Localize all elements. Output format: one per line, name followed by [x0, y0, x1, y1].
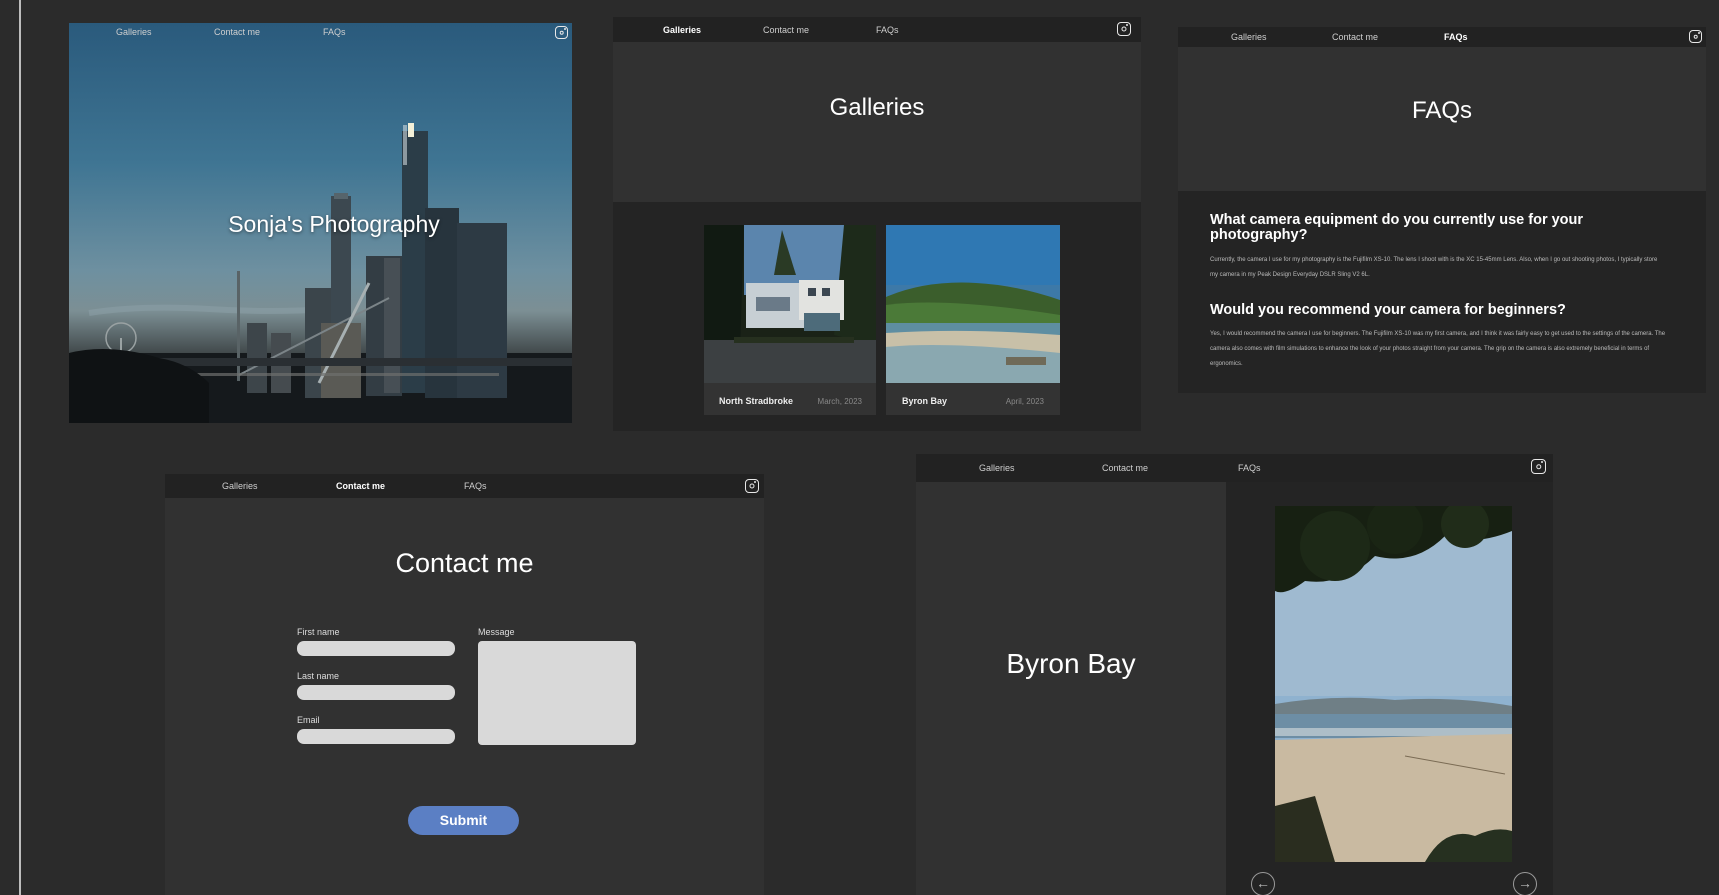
nav-faqs-link[interactable]: FAQs [1238, 463, 1261, 473]
instagram-icon[interactable] [555, 26, 568, 39]
prev-arrow-icon[interactable]: ← [1251, 872, 1275, 895]
nav-faqs-link[interactable]: FAQs [1444, 32, 1468, 42]
nav-faqs-link[interactable]: FAQs [464, 481, 487, 491]
nav-galleries-link[interactable]: Galleries [116, 27, 152, 37]
page-title: Contact me [395, 548, 534, 578]
nav-contact-link[interactable]: Contact me [1332, 32, 1378, 42]
email-label: Email [297, 715, 320, 725]
north-stradbroke-photo [704, 225, 876, 383]
byron-bay-photo [886, 225, 1060, 383]
gallery-card[interactable]: Byron Bay April, 2023 [886, 225, 1060, 415]
message-field[interactable] [478, 641, 636, 745]
card-date: April, 2023 [1005, 397, 1044, 406]
galleries-header: Galleries [613, 42, 1141, 202]
nav-bar: Galleries Contact me FAQs [916, 454, 1553, 482]
nav-contact-link[interactable]: Contact me [1102, 463, 1148, 473]
nav-bar: Galleries Contact me FAQs [69, 23, 572, 41]
page-title: Galleries [829, 94, 925, 121]
divider-line [19, 0, 21, 895]
faqs-frame: Galleries Contact me FAQs FAQs What came… [1178, 27, 1706, 393]
nav-galleries-link[interactable]: Galleries [222, 481, 258, 491]
first-name-label: First name [297, 627, 340, 637]
galleries-frame: Galleries Contact me FAQs Galleries Nort… [613, 17, 1141, 431]
page-title: Byron Bay [1006, 648, 1136, 679]
nav-faqs-link[interactable]: FAQs [876, 25, 899, 35]
first-name-field[interactable] [297, 641, 455, 656]
nav-galleries-link[interactable]: Galleries [1231, 32, 1267, 42]
byron-bay-frame: Galleries Contact me FAQs Byron Bay ← → [916, 454, 1553, 895]
home-frame: Galleries Contact me FAQs Sonja's Photog… [69, 23, 572, 423]
byron-bay-beach-photo [1275, 506, 1512, 862]
nav-galleries-link[interactable]: Galleries [663, 25, 701, 35]
nav-contact-link[interactable]: Contact me [214, 27, 260, 37]
card-title: North Stradbroke [719, 396, 794, 406]
instagram-icon[interactable] [1531, 459, 1546, 474]
faq-question: What camera equipment do you currently u… [1210, 212, 1584, 243]
faq-answer: Yes, I would recommend the camera I use … [1210, 331, 1666, 367]
nav-contact-link[interactable]: Contact me [763, 25, 809, 35]
page-title: FAQs [1411, 97, 1472, 124]
nav-galleries-link[interactable]: Galleries [979, 463, 1015, 473]
nav-contact-link[interactable]: Contact me [336, 481, 385, 491]
next-arrow-icon[interactable]: → [1513, 872, 1537, 895]
last-name-label: Last name [297, 671, 340, 681]
nav-bar: Galleries Contact me FAQs [1178, 27, 1706, 47]
byron-left-panel: Byron Bay [916, 482, 1226, 895]
contact-frame: Galleries Contact me FAQs Contact me Fir… [165, 474, 764, 895]
card-title: Byron Bay [902, 396, 948, 406]
last-name-field[interactable] [297, 685, 455, 700]
faq-answer: Currently, the camera I use for my photo… [1210, 257, 1658, 278]
instagram-icon[interactable] [745, 479, 759, 493]
email-field[interactable] [297, 729, 455, 744]
instagram-icon[interactable] [1117, 22, 1131, 36]
instagram-icon[interactable] [1689, 30, 1702, 43]
hero-title: Sonja's Photography [228, 211, 440, 237]
card-date: March, 2023 [817, 397, 862, 406]
faq-question: Would you recommend your camera for begi… [1210, 302, 1566, 318]
message-label: Message [478, 627, 515, 637]
submit-button[interactable]: Submit [408, 806, 519, 835]
nav-faqs-link[interactable]: FAQs [323, 27, 346, 37]
nav-bar: Galleries Contact me FAQs [165, 474, 764, 498]
nav-bar: Galleries Contact me FAQs [613, 17, 1141, 42]
gallery-card[interactable]: North Stradbroke March, 2023 [704, 225, 876, 415]
faqs-header: FAQs [1178, 47, 1706, 191]
